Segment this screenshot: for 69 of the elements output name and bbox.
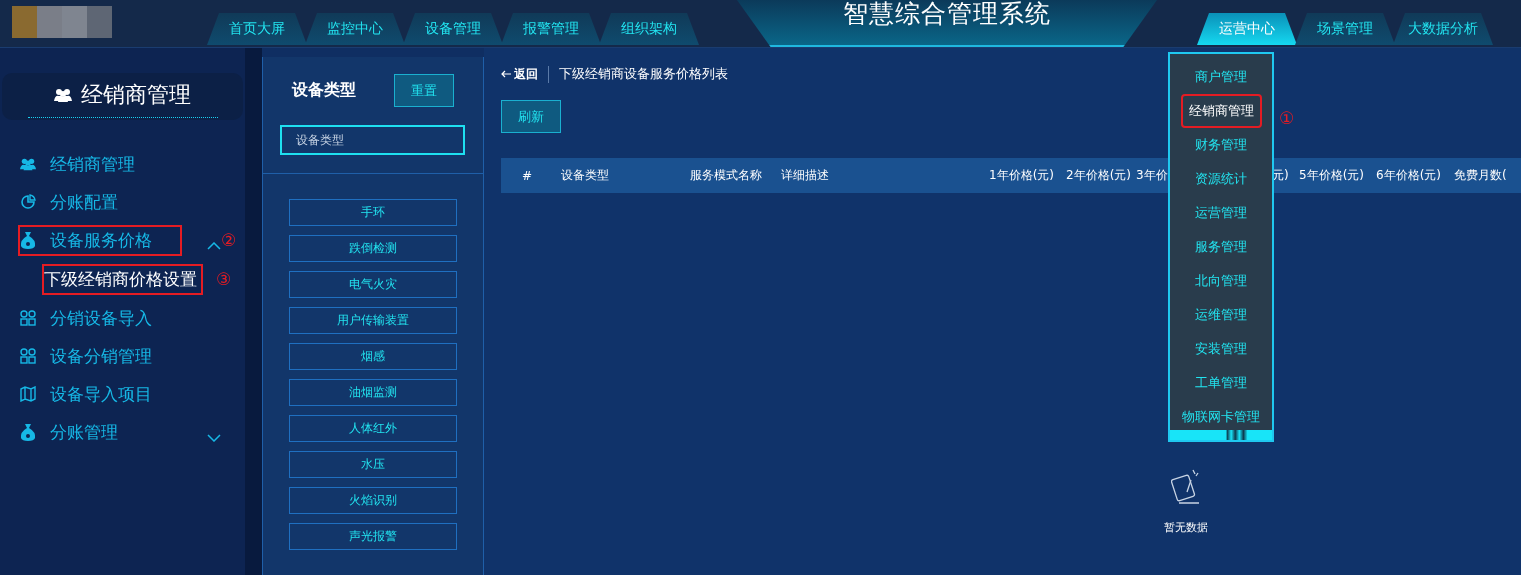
back-link[interactable]: 返回	[501, 65, 549, 83]
nav-tab[interactable]: 设备管理	[403, 13, 503, 45]
nav-tab[interactable]: 大数据分析	[1393, 13, 1493, 45]
device-type-button[interactable]: 跌倒检测	[289, 235, 457, 262]
menu-item[interactable]: 商户管理	[1189, 60, 1253, 94]
menu-item[interactable]: 运维管理	[1189, 298, 1253, 332]
menu-item[interactable]: 分销设备导入	[50, 304, 152, 332]
page-title: 下级经销商设备服务价格列表	[559, 65, 728, 83]
device-type-button[interactable]: 火焰识别	[289, 487, 457, 514]
annotation-number: ②	[221, 230, 237, 250]
system-title: 智慧综合管理系统	[843, 0, 1051, 28]
nav-tab[interactable]: 报警管理	[501, 13, 601, 45]
column-header: 1年价格(元)	[989, 168, 1054, 182]
grid-icon	[20, 348, 36, 364]
menu-item[interactable]: 安装管理	[1189, 332, 1253, 366]
people-icon	[20, 157, 36, 171]
menu-item[interactable]: 工单管理	[1189, 366, 1253, 400]
device-type-button[interactable]: 人体红外	[289, 415, 457, 442]
menu-item[interactable]: 经销商管理	[50, 150, 135, 178]
device-type-button[interactable]: 油烟监测	[289, 379, 457, 406]
panel-title: 设备类型	[292, 80, 356, 101]
nav-tab[interactable]: 场景管理	[1295, 13, 1395, 45]
pie-chart-icon	[20, 194, 36, 210]
menu-item[interactable]: 运营管理	[1189, 196, 1253, 230]
back-arrow-icon	[501, 70, 511, 78]
nav-tab[interactable]: 组织架构	[599, 13, 699, 45]
menu-item[interactable]: 经销商管理	[1182, 96, 1260, 126]
column-header: #	[522, 168, 533, 183]
column-header: 5年价格(元)	[1299, 168, 1364, 182]
search-field[interactable]: 设备类型	[280, 125, 465, 155]
menu-item[interactable]: 分账管理	[50, 418, 118, 446]
device-type-button[interactable]: 烟感	[289, 343, 457, 370]
device-type-button[interactable]: 声光报警	[289, 523, 457, 550]
refresh-button[interactable]: 刷新	[501, 100, 561, 133]
menu-item[interactable]: 设备导入项目	[50, 380, 152, 408]
sidebar-title: 经销商管理	[81, 81, 191, 109]
column-header: 3年价	[1136, 168, 1168, 182]
map-icon	[20, 386, 36, 402]
notepad-icon	[1171, 468, 1201, 504]
menu-item[interactable]: 资源统计	[1189, 162, 1253, 196]
menu-item[interactable]: 设备分销管理	[50, 342, 152, 370]
column-header: 6年价格(元)	[1376, 168, 1441, 182]
menu-item[interactable]: 分账配置	[50, 188, 118, 216]
menu-item[interactable]: 物联网卡管理	[1176, 400, 1266, 434]
reset-button[interactable]: 重置	[394, 74, 454, 107]
column-header: 设备类型	[561, 168, 609, 182]
nav-tab[interactable]: 首页大屏	[207, 13, 307, 45]
grid-icon	[20, 310, 36, 326]
column-header: 2年价格(元)	[1066, 168, 1131, 182]
empty-message: 暂无数据	[1164, 520, 1208, 535]
device-type-button[interactable]: 用户传输装置	[289, 307, 457, 334]
column-header: 详细描述	[781, 168, 829, 182]
people-icon	[54, 88, 72, 102]
money-bag-icon	[20, 231, 36, 249]
device-type-button[interactable]: 电气火灾	[289, 271, 457, 298]
menu-item[interactable]: 设备服务价格	[20, 226, 180, 254]
device-type-button[interactable]: 水压	[289, 451, 457, 478]
submenu-item[interactable]: 下级经销商价格设置	[44, 265, 201, 293]
menu-item[interactable]: 服务管理	[1189, 230, 1253, 264]
column-header: 免费月数(	[1454, 168, 1507, 182]
annotation-number: ③	[216, 269, 232, 289]
nav-tab[interactable]: 监控中心	[305, 13, 405, 45]
menu-item[interactable]: 北向管理	[1189, 264, 1253, 298]
menu-item[interactable]: 财务管理	[1189, 128, 1253, 162]
column-header: 服务模式名称	[690, 168, 762, 182]
logo-icon	[12, 6, 112, 38]
annotation-number: ①	[1279, 108, 1295, 128]
money-bag-icon	[20, 423, 36, 441]
device-type-button[interactable]: 手环	[289, 199, 457, 226]
